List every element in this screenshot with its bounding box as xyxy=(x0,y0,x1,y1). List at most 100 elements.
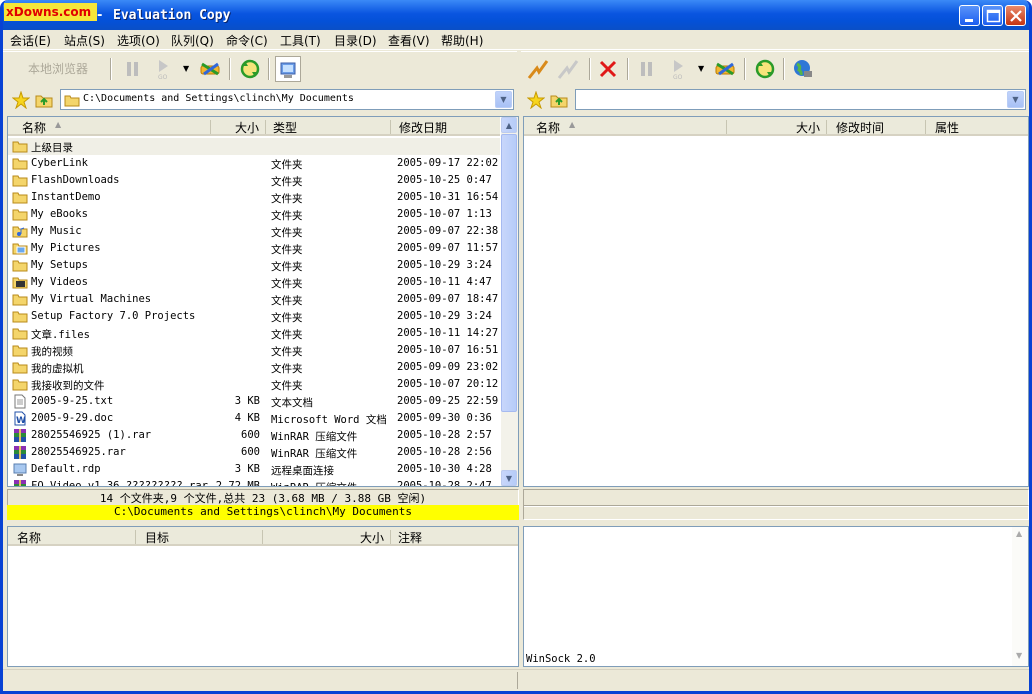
column-size[interactable]: 大小 xyxy=(360,529,384,546)
table-row[interactable]: My Videos 文件夹 2005-10-11 4:47 xyxy=(8,274,500,291)
delete-button[interactable] xyxy=(595,56,621,82)
table-row[interactable]: InstantDemo 文件夹 2005-10-31 16:54 xyxy=(8,189,500,206)
go-button[interactable]: GO xyxy=(151,56,177,82)
folder-icon xyxy=(12,258,28,273)
table-row[interactable]: 28025546925 (1).rar 600 WinRAR 压缩文件 2005-10… xyxy=(8,427,500,444)
rar-archive-icon xyxy=(12,479,28,486)
title-bar[interactable]: xDowns.com - Evaluation Copy xyxy=(3,0,1029,30)
table-row[interactable]: 文章.files 文件夹 2005-10-11 14:27 xyxy=(8,325,500,342)
close-button[interactable] xyxy=(1005,5,1026,26)
menu-queue[interactable]: 队列(Q) xyxy=(171,32,214,49)
remote-file-list[interactable]: 名称 ▲ 大小 修改时间 属性 xyxy=(523,116,1029,487)
bottom-status-bar xyxy=(3,669,1029,691)
table-row[interactable]: 我的虚拟机 文件夹 2005-09-09 23:02 xyxy=(8,359,500,376)
column-modified[interactable]: 修改日期 xyxy=(399,119,447,136)
table-row[interactable]: Setup Factory 7.0 Projects 文件夹 2005-10-29 … xyxy=(8,308,500,325)
table-row[interactable]: My eBooks 文件夹 2005-10-07 1:13 xyxy=(8,206,500,223)
transfer-icon xyxy=(200,62,220,76)
chevron-down-icon[interactable]: ▼ xyxy=(183,64,189,73)
up-folder-icon[interactable] xyxy=(550,91,568,112)
menu-help[interactable]: 帮助(H) xyxy=(441,32,483,49)
log-text: WinSock 2.0 xyxy=(526,653,596,665)
row-name: 我接收到的文件 xyxy=(31,380,105,392)
column-comment[interactable]: 注释 xyxy=(398,529,422,546)
favorite-star-icon[interactable] xyxy=(526,90,546,112)
table-row[interactable]: FlashDownloads 文件夹 2005-10-25 0:47 xyxy=(8,172,500,189)
row-type: 文件夹 xyxy=(271,312,303,324)
column-target[interactable]: 目标 xyxy=(145,529,169,546)
row-date: 2005-10-11 14:27 xyxy=(397,327,499,339)
svg-text:GO: GO xyxy=(673,74,683,80)
local-browser-button[interactable]: 本地浏览器 xyxy=(13,58,103,80)
column-size[interactable]: 大小 xyxy=(796,119,820,136)
up-folder-icon[interactable] xyxy=(35,91,53,112)
column-name[interactable]: 名称 xyxy=(17,529,41,546)
menu-view[interactable]: 查看(V) xyxy=(388,32,430,49)
scroll-thumb[interactable] xyxy=(501,134,517,412)
row-size: 600 xyxy=(241,446,260,458)
table-row[interactable]: My Setups 文件夹 2005-10-29 3:24 xyxy=(8,257,500,274)
menu-commands[interactable]: 命令(C) xyxy=(226,32,268,49)
table-row[interactable]: My Pictures 文件夹 2005-09-07 11:57 xyxy=(8,240,500,257)
row-date: 2005-10-29 3:24 xyxy=(397,310,492,322)
table-row[interactable]: W 2005-9-29.doc 4 KB Microsoft Word 文档 2005-… xyxy=(8,410,500,427)
table-row[interactable]: CyberLink 文件夹 2005-09-17 22:02 xyxy=(8,155,500,172)
chevron-down-icon[interactable]: ▼ xyxy=(698,64,704,73)
pause-button[interactable] xyxy=(634,56,660,82)
row-name: My Pictures xyxy=(31,242,101,254)
chevron-down-icon[interactable]: ▼ xyxy=(1007,91,1024,108)
connect-button[interactable] xyxy=(525,56,551,82)
rar-archive-icon xyxy=(12,428,28,443)
scroll-down-button[interactable]: ▼ xyxy=(501,470,517,486)
table-row[interactable]: 我接收到的文件 文件夹 2005-10-07 20:12 xyxy=(8,376,500,393)
local-path-combobox[interactable]: C:\Documents and Settings\clinch\My Docu… xyxy=(60,89,514,110)
table-row[interactable]: My Music 文件夹 2005-09-07 22:38 xyxy=(8,223,500,240)
column-type[interactable]: 类型 xyxy=(273,119,297,136)
refresh-button[interactable] xyxy=(752,56,778,82)
menu-site[interactable]: 站点(S) xyxy=(64,32,105,49)
menu-options[interactable]: 选项(O) xyxy=(117,32,160,49)
chevron-down-icon[interactable]: ▼ xyxy=(495,91,512,108)
table-row[interactable]: 28025546925.rar 600 WinRAR 压缩文件 2005-10-28 … xyxy=(8,444,500,461)
menu-directory[interactable]: 目录(D) xyxy=(334,32,377,49)
queue-list[interactable]: 名称 目标 大小 注释 xyxy=(7,526,519,667)
local-path-text: C:\Documents and Settings\clinch\My Docu… xyxy=(83,93,354,104)
transfer-button[interactable] xyxy=(197,56,223,82)
transfer-button[interactable] xyxy=(712,56,738,82)
log-pane[interactable]: WinSock 2.0 ▲ ▼ xyxy=(523,526,1029,667)
pause-button[interactable] xyxy=(120,56,146,82)
table-row[interactable]: 2005-9-25.txt 3 KB 文本文档 2005-09-25 22:59 xyxy=(8,393,500,410)
column-name[interactable]: 名称 xyxy=(536,119,560,136)
local-file-list[interactable]: 名称 ▲ 大小 类型 修改日期 上级目录 CyberLink 文件夹 2005-09-… xyxy=(7,116,519,487)
refresh-button[interactable] xyxy=(237,56,263,82)
row-type: 文件夹 xyxy=(271,244,303,256)
row-name: 我的视频 xyxy=(31,346,73,358)
remote-site-button[interactable] xyxy=(790,56,816,82)
favorite-star-icon[interactable] xyxy=(11,90,31,112)
menu-tools[interactable]: 工具(T) xyxy=(280,32,321,49)
go-button[interactable]: GO xyxy=(666,56,692,82)
column-size[interactable]: 大小 xyxy=(235,119,259,136)
column-modified-time[interactable]: 修改时间 xyxy=(836,119,884,136)
table-row[interactable]: FO Video v1.36 ?????????.rar 2.72 MB WinRA… xyxy=(8,478,500,486)
column-attributes[interactable]: 属性 xyxy=(935,119,959,136)
local-vertical-scrollbar[interactable]: ▲ ▼ xyxy=(501,117,518,486)
log-vertical-scrollbar[interactable]: ▲ ▼ xyxy=(1012,527,1028,666)
table-row[interactable]: 上级目录 xyxy=(8,138,500,155)
scroll-up-icon[interactable]: ▲ xyxy=(1016,529,1022,538)
table-row[interactable]: Default.rdp 3 KB 远程桌面连接 2005-10-30 4:28 xyxy=(8,461,500,478)
toolbar-separator xyxy=(589,58,591,80)
table-row[interactable]: My Virtual Machines 文件夹 2005-09-07 18:47 xyxy=(8,291,500,308)
row-name: My Videos xyxy=(31,276,88,288)
menu-session[interactable]: 会话(E) xyxy=(10,32,51,49)
scroll-down-icon[interactable]: ▼ xyxy=(1016,651,1022,660)
maximize-button[interactable] xyxy=(982,5,1003,26)
local-view-button[interactable] xyxy=(275,56,301,82)
column-name[interactable]: 名称 xyxy=(22,119,46,136)
table-row[interactable]: 我的视频 文件夹 2005-10-07 16:51 xyxy=(8,342,500,359)
row-name: 我的虚拟机 xyxy=(31,363,84,375)
remote-path-combobox[interactable]: ▼ xyxy=(575,89,1026,110)
disconnect-button[interactable] xyxy=(555,56,581,82)
scroll-up-button[interactable]: ▲ xyxy=(501,117,517,133)
minimize-button[interactable] xyxy=(959,5,980,26)
